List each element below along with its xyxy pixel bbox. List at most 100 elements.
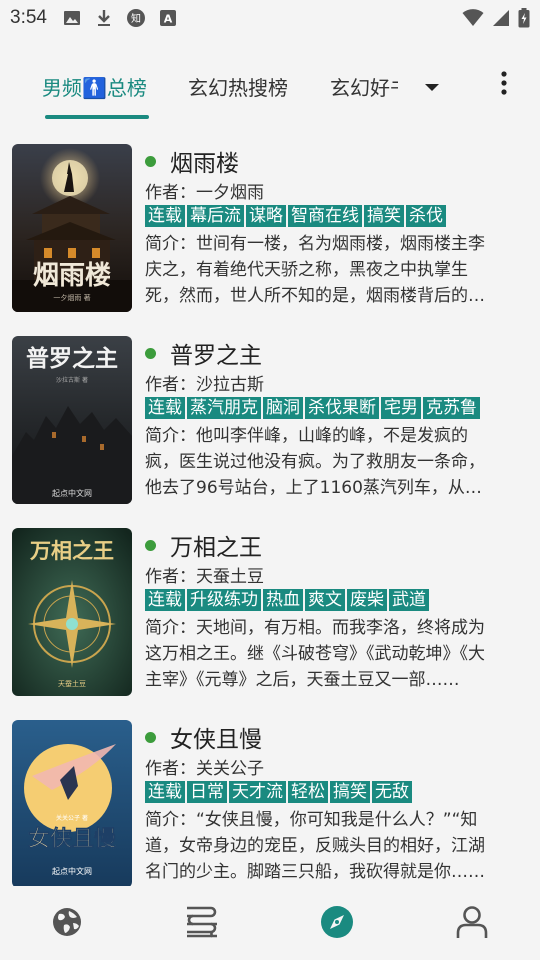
status-time: 3:54	[10, 7, 47, 28]
update-dot	[145, 539, 156, 551]
title-row: 普罗之主	[145, 336, 490, 370]
book-desc: 简介：天地间，有万相。而我李洛，终将成为这万相之王。继《斗破苍穹》《武动乾坤》《…	[145, 618, 485, 690]
tab-bar: 男频🚹总榜 玄幻热搜榜 玄幻好书榜	[0, 58, 540, 120]
cover-title-text: 万相之王	[29, 538, 114, 563]
cover-sub-text: 关关公子 著	[56, 814, 88, 822]
zhihu-icon: 知	[126, 9, 145, 27]
cover-title-text: 普罗之主	[26, 345, 118, 372]
tab-xuanhuan-hot[interactable]: 玄幻热搜榜	[188, 72, 288, 101]
book-item[interactable]: 烟雨楼 一夕烟雨 著 烟雨楼 作者：一夕烟雨 连载 幕后流 谋略 智商在线 搞笑…	[0, 138, 540, 318]
book-info: 烟雨楼 作者：一夕烟雨 连载 幕后流 谋略 智商在线 搞笑 杀伐 简介：世间有一…	[145, 144, 490, 309]
title-row: 女侠且慢	[145, 720, 490, 754]
download-icon	[95, 9, 113, 27]
book-desc: 简介：他叫李伴峰，山峰的峰，不是发疯的疯，医生说过他没有疯。为了救朋友一条命，他…	[145, 426, 485, 498]
bottom-nav	[0, 886, 540, 960]
tag: 搞笑	[364, 205, 404, 227]
nav-explore-compass[interactable]	[319, 904, 355, 940]
book-author: 作者：沙拉古斯	[145, 375, 264, 395]
cover-title-text: 烟雨楼	[33, 261, 111, 291]
tab-xuanhuan-good[interactable]: 玄幻好书榜	[330, 72, 398, 101]
compass-icon	[321, 906, 353, 938]
book-info: 女侠且慢 作者：关关公子 连载 日常 天才流 轻松 搞笑 无敌 简介：“女侠且慢…	[145, 720, 490, 885]
tag: 连载	[145, 589, 185, 611]
tag-list: 连载 蒸汽朋克 脑洞 杀伐果断 宅男 克苏鲁	[145, 397, 490, 421]
battery-icon	[518, 8, 530, 28]
update-dot	[145, 731, 156, 743]
book-desc: 简介：“女侠且慢，你可知我是什么人？”“知道，女帝身边的宠臣，反贼头目的相好，江…	[145, 810, 485, 882]
tab-clip: 玄幻好书榜	[326, 58, 398, 114]
tag: 连载	[145, 205, 185, 227]
book-desc: 简介：世间有一楼，名为烟雨楼，烟雨楼主李庆之，有着绝代天骄之称，黑夜之中执掌生死…	[145, 234, 485, 306]
tag: 爽文	[305, 589, 345, 611]
book-info: 普罗之主 作者：沙拉古斯 连载 蒸汽朋克 脑洞 杀伐果断 宅男 克苏鲁 简介：他…	[145, 336, 490, 501]
active-tab-indicator	[45, 115, 149, 119]
tag: 智商在线	[288, 205, 362, 227]
a-icon: A	[159, 9, 177, 27]
tag: 武道	[389, 589, 429, 611]
tag: 天才流	[229, 781, 286, 803]
tag: 谋略	[246, 205, 286, 227]
tag: 搞笑	[330, 781, 370, 803]
book-item[interactable]: 万相之王 天蚕土豆 万相之王 作者：天蚕土豆 连载 升级练功 热血 爽文 废柴 …	[0, 522, 540, 702]
book-item[interactable]: 女侠且慢 关关公子 著 起点中文网 女侠且慢 作者：关关公子 连载 日常 天才流…	[0, 714, 540, 886]
cover-sub-text: 一夕烟雨 著	[53, 293, 90, 302]
update-dot	[145, 347, 156, 359]
tag: 连载	[145, 781, 185, 803]
book-info: 万相之王 作者：天蚕土豆 连载 升级练功 热血 爽文 废柴 武道 简介：天地间，…	[145, 528, 490, 693]
book-title[interactable]: 女侠且慢	[170, 720, 262, 754]
cover-sub-text: 沙拉古斯 著	[56, 376, 88, 384]
update-dot	[145, 155, 156, 167]
globe-icon	[53, 908, 81, 936]
tag: 热血	[263, 589, 303, 611]
nav-bookshelf[interactable]	[184, 904, 220, 940]
book-item[interactable]: 普罗之主 沙拉古斯 著 起点中文网 普罗之主 作者：沙拉古斯 连载 蒸汽朋克 脑…	[0, 330, 540, 510]
dropdown-icon[interactable]	[422, 80, 442, 94]
book-title[interactable]: 烟雨楼	[170, 144, 239, 178]
tag: 升级练功	[187, 589, 261, 611]
book-cover[interactable]: 普罗之主 沙拉古斯 著 起点中文网	[12, 336, 132, 504]
book-author: 作者：一夕烟雨	[145, 183, 264, 203]
status-bar: 3:54 知 A	[0, 0, 540, 36]
tag: 克苏鲁	[423, 397, 480, 419]
book-title[interactable]: 普罗之主	[170, 336, 262, 370]
user-icon	[456, 906, 488, 938]
tab-male-total[interactable]: 男频🚹总榜	[42, 72, 147, 101]
zhihu-badge-text: 知	[131, 12, 141, 25]
tag-list: 连载 升级练功 热血 爽文 废柴 武道	[145, 589, 490, 613]
tag: 杀伐	[406, 205, 446, 227]
tag: 连载	[145, 397, 185, 419]
tag: 废柴	[347, 589, 387, 611]
tag: 宅男	[381, 397, 421, 419]
tag: 幕后流	[187, 205, 244, 227]
book-author: 作者：天蚕土豆	[145, 567, 264, 587]
book-author: 作者：关关公子	[145, 759, 264, 779]
book-cover[interactable]: 万相之王 天蚕土豆	[12, 528, 132, 696]
cover-sub-text: 天蚕土豆	[58, 679, 86, 688]
book-cover[interactable]: 女侠且慢 关关公子 著 起点中文网	[12, 720, 132, 886]
cover-brand-text: 起点中文网	[52, 866, 92, 876]
cover-title-text: 女侠且慢	[28, 826, 117, 852]
signal-icon	[493, 10, 509, 26]
tag: 蒸汽朋克	[187, 397, 261, 419]
bookshelf-icon	[187, 906, 217, 938]
tag: 无敌	[372, 781, 412, 803]
nav-profile[interactable]	[454, 904, 490, 940]
status-right	[462, 8, 530, 28]
a-badge-text: A	[164, 13, 173, 26]
nav-discover-globe[interactable]	[49, 904, 85, 940]
tag: 脑洞	[263, 397, 303, 419]
wifi-icon	[462, 9, 484, 26]
title-row: 万相之王	[145, 528, 490, 562]
tag: 日常	[187, 781, 227, 803]
tag: 杀伐果断	[305, 397, 379, 419]
tag-list: 连载 日常 天才流 轻松 搞笑 无敌	[145, 781, 490, 805]
book-list[interactable]: 烟雨楼 一夕烟雨 著 烟雨楼 作者：一夕烟雨 连载 幕后流 谋略 智商在线 搞笑…	[0, 138, 540, 886]
image-notification-icon	[63, 9, 81, 27]
tag-list: 连载 幕后流 谋略 智商在线 搞笑 杀伐	[145, 205, 490, 229]
more-vert-icon[interactable]	[494, 70, 514, 100]
title-row: 烟雨楼	[145, 144, 490, 178]
cover-brand-text: 起点中文网	[52, 488, 92, 498]
book-title[interactable]: 万相之王	[170, 528, 262, 562]
tag: 轻松	[288, 781, 328, 803]
book-cover[interactable]: 烟雨楼 一夕烟雨 著	[12, 144, 132, 312]
